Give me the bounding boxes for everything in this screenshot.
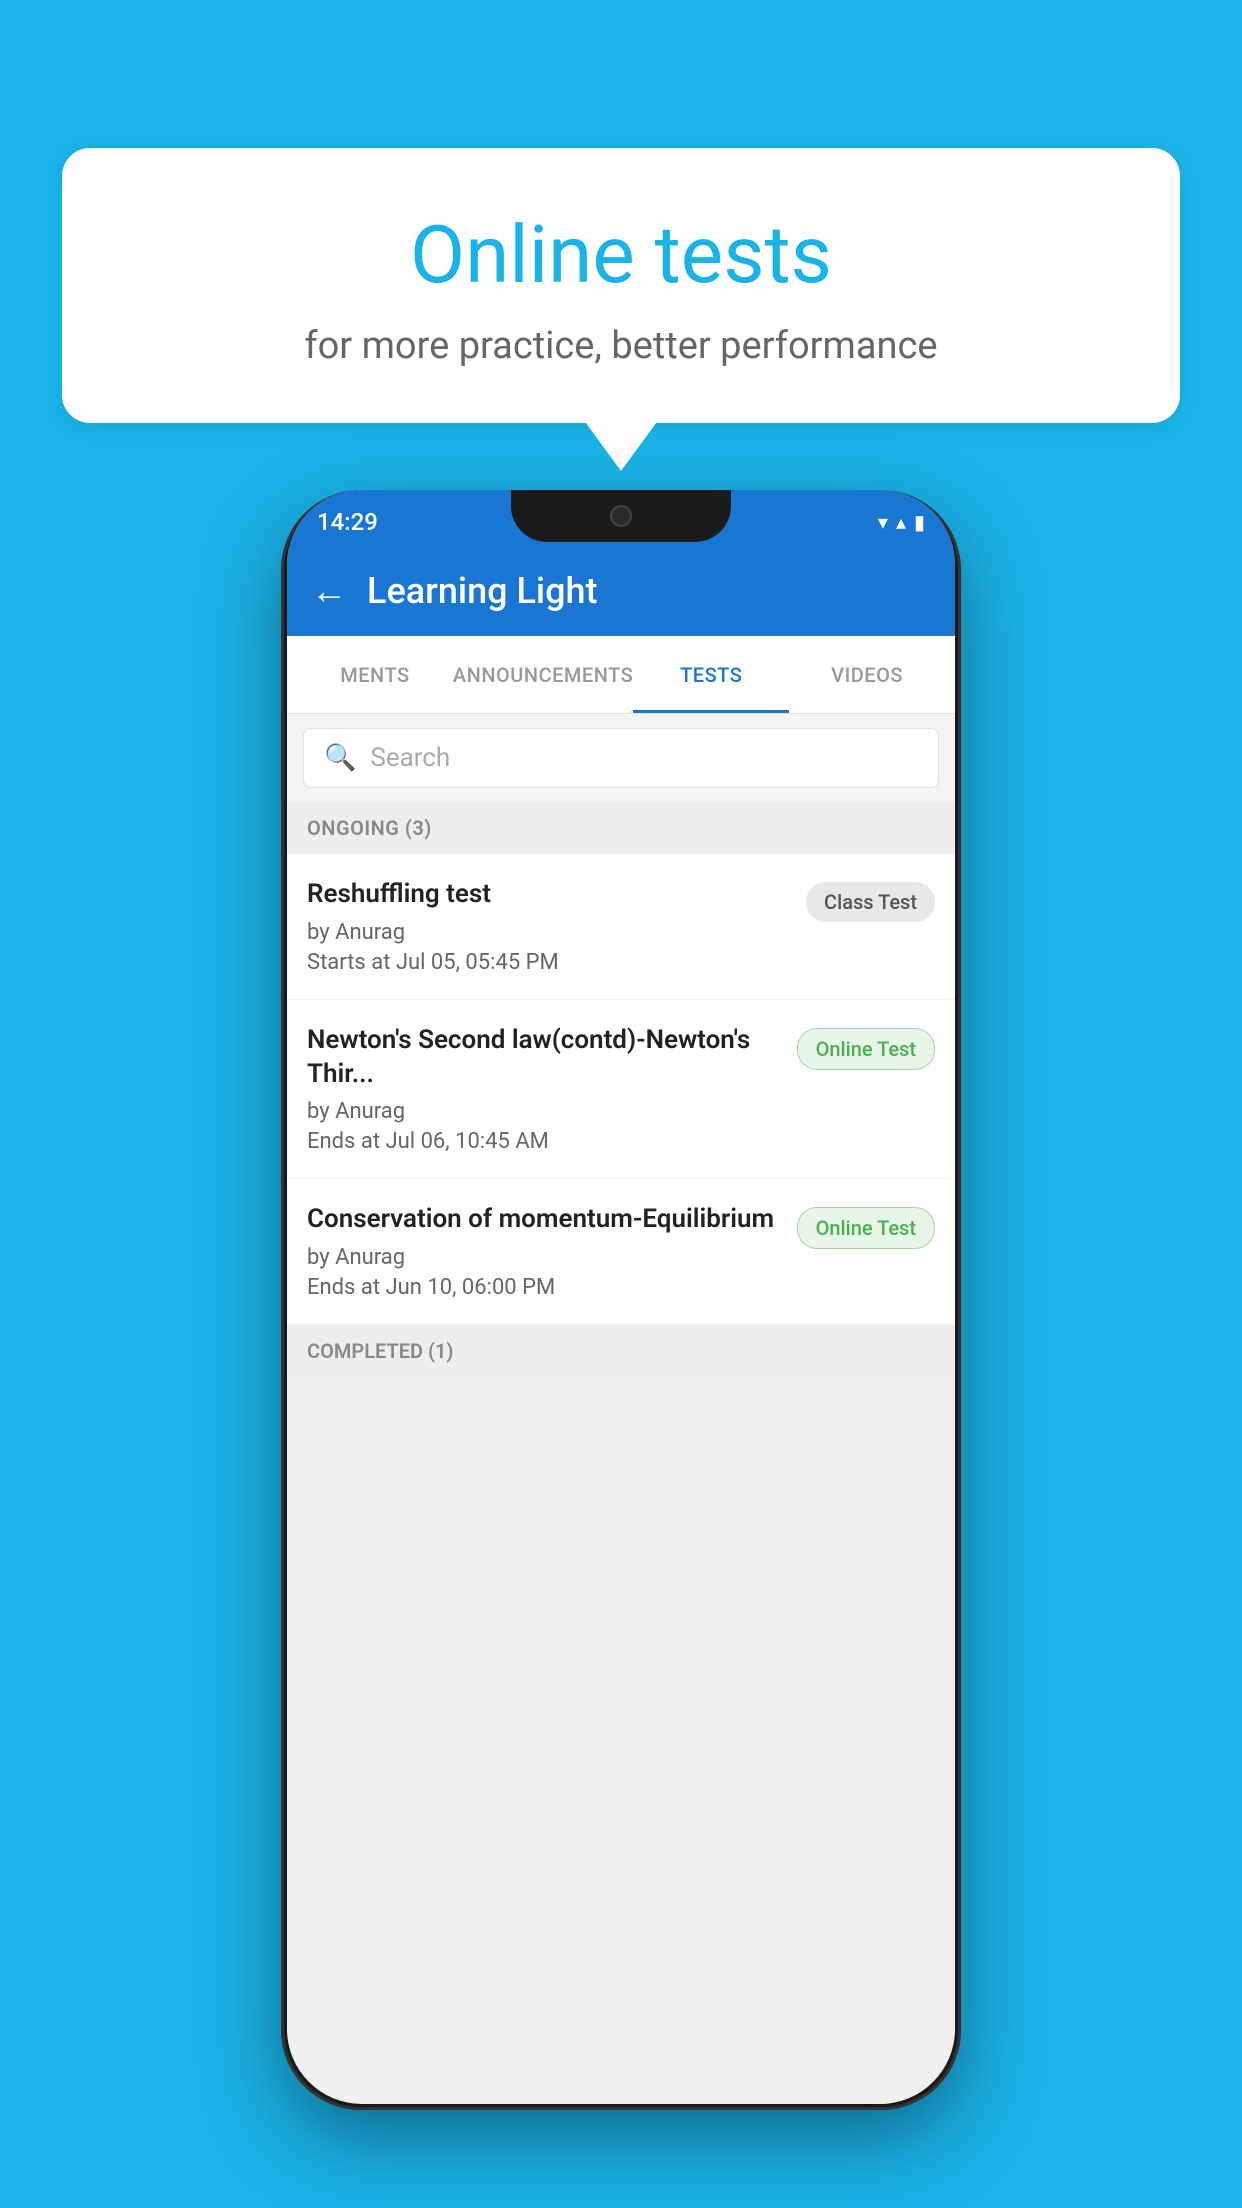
battery-icon: ▮ bbox=[914, 510, 925, 534]
ongoing-label: ONGOING (3) bbox=[307, 816, 432, 840]
completed-label: COMPLETED (1) bbox=[307, 1339, 453, 1363]
test-info-1: Reshuffling test by Anurag Starts at Jul… bbox=[307, 878, 806, 975]
back-button[interactable]: ← bbox=[311, 570, 347, 612]
app-title: Learning Light bbox=[367, 570, 597, 612]
test-time-2: Ends at Jul 06, 10:45 AM bbox=[307, 1129, 785, 1154]
test-time-1: Starts at Jul 05, 05:45 PM bbox=[307, 950, 794, 975]
test-title-1: Reshuffling test bbox=[307, 878, 794, 912]
test-title-3: Conservation of momentum-Equilibrium bbox=[307, 1203, 785, 1237]
test-badge-1: Class Test bbox=[806, 882, 935, 922]
phone-frame: 14:29 ▾ ▴ ▮ ← Learning Light MENTS ANNOU… bbox=[281, 490, 961, 2110]
test-author-2: by Anurag bbox=[307, 1099, 785, 1124]
status-icons: ▾ ▴ ▮ bbox=[878, 510, 925, 534]
test-item-1[interactable]: Reshuffling test by Anurag Starts at Jul… bbox=[287, 854, 955, 1000]
speech-bubble: Online tests for more practice, better p… bbox=[62, 148, 1180, 423]
test-title-2: Newton's Second law(contd)-Newton's Thir… bbox=[307, 1024, 785, 1092]
tab-tests[interactable]: TESTS bbox=[633, 636, 789, 713]
front-camera bbox=[610, 505, 632, 527]
phone-wrapper: 14:29 ▾ ▴ ▮ ← Learning Light MENTS ANNOU… bbox=[281, 490, 961, 2110]
search-placeholder-text: Search bbox=[370, 743, 450, 773]
tab-ments[interactable]: MENTS bbox=[297, 636, 453, 713]
status-time: 14:29 bbox=[317, 508, 378, 536]
tab-announcements[interactable]: ANNOUNCEMENTS bbox=[453, 636, 633, 713]
completed-section-header: COMPLETED (1) bbox=[287, 1325, 955, 1377]
test-info-2: Newton's Second law(contd)-Newton's Thir… bbox=[307, 1024, 797, 1155]
test-author-3: by Anurag bbox=[307, 1245, 785, 1270]
wifi-icon: ▾ bbox=[878, 510, 888, 534]
tab-bar: MENTS ANNOUNCEMENTS TESTS VIDEOS bbox=[287, 636, 955, 714]
search-input[interactable]: 🔍 Search bbox=[303, 728, 939, 788]
tab-videos[interactable]: VIDEOS bbox=[789, 636, 945, 713]
app-bar: ← Learning Light bbox=[287, 546, 955, 636]
test-badge-2: Online Test bbox=[797, 1028, 935, 1070]
search-container: 🔍 Search bbox=[287, 714, 955, 802]
test-item-2[interactable]: Newton's Second law(contd)-Newton's Thir… bbox=[287, 1000, 955, 1180]
bubble-subtitle: for more practice, better performance bbox=[102, 324, 1140, 368]
test-list: Reshuffling test by Anurag Starts at Jul… bbox=[287, 854, 955, 1325]
test-item-3[interactable]: Conservation of momentum-Equilibrium by … bbox=[287, 1179, 955, 1325]
bubble-title: Online tests bbox=[102, 208, 1140, 302]
test-author-1: by Anurag bbox=[307, 920, 794, 945]
phone-notch bbox=[511, 490, 731, 542]
phone-screen: 14:29 ▾ ▴ ▮ ← Learning Light MENTS ANNOU… bbox=[287, 490, 955, 2104]
test-badge-3: Online Test bbox=[797, 1207, 935, 1249]
test-time-3: Ends at Jun 10, 06:00 PM bbox=[307, 1275, 785, 1300]
ongoing-section-header: ONGOING (3) bbox=[287, 802, 955, 854]
test-info-3: Conservation of momentum-Equilibrium by … bbox=[307, 1203, 797, 1300]
search-icon: 🔍 bbox=[324, 743, 356, 773]
signal-icon: ▴ bbox=[896, 510, 906, 534]
